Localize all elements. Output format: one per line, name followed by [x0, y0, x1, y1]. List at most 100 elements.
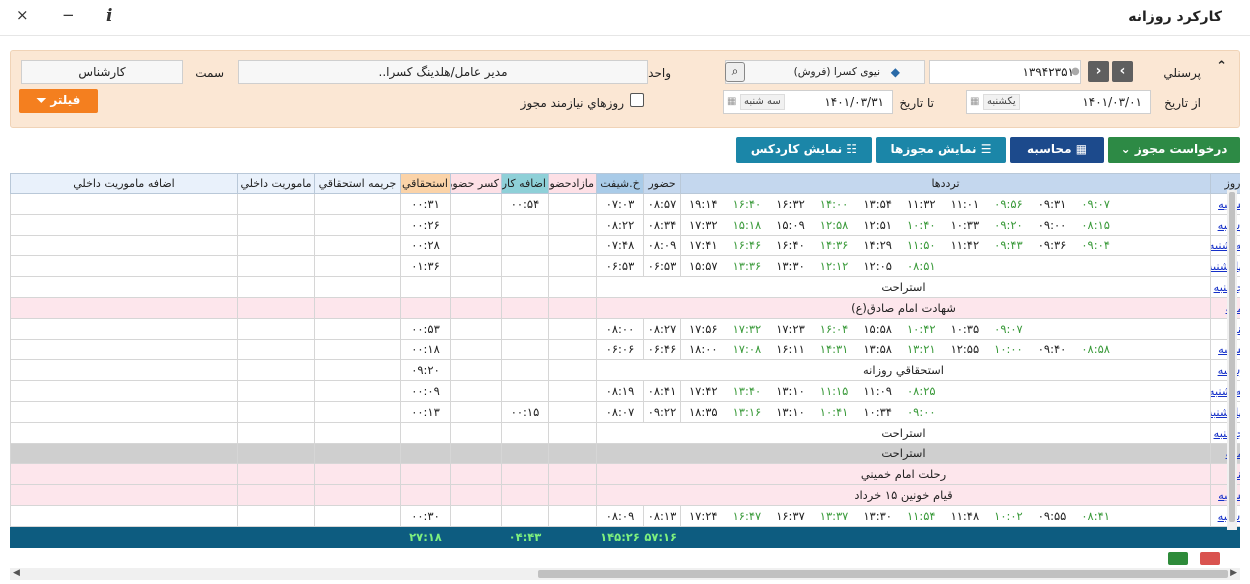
unit-label: واحد — [648, 66, 671, 80]
show-cardex-button[interactable]: ☷ نمايش کاردکس — [736, 137, 872, 163]
export-excel-icon[interactable] — [1168, 552, 1228, 566]
punch-time: ۱۶:۰۴ — [819, 321, 849, 336]
shift-cell: ۰۶:۰۶ — [596, 338, 644, 361]
table-row[interactable]: ۸۱۴۰۱/۰۳/۰۸يکشنبه۱۸:۰۰۱۷:۰۸۱۶:۱۱۱۴:۳۱۱۳:… — [10, 338, 1240, 361]
to-date-field[interactable]: ۱۴۰۱/۰۳/۳۱ سه شنبه ▦ — [723, 90, 893, 114]
chevron-up-icon[interactable]: ⌃ — [1216, 59, 1227, 74]
leave-penalty-cell — [314, 463, 401, 486]
column-header[interactable]: استحقاقي — [400, 173, 451, 194]
punch-time: ۱۳:۳۰ — [776, 259, 805, 274]
mission-cell — [237, 359, 315, 382]
leave-penalty-cell — [314, 213, 401, 236]
presence-cell: ۰۶:۵۳ — [643, 255, 681, 278]
column-header[interactable]: خ.شيفت — [596, 173, 644, 194]
calendar-icon[interactable]: ▦ — [727, 91, 736, 113]
filter-panel: ⌃ پرسنلي ‹ › ۱۳۹۴۲۳۵۱ ● نیوی کسرا (فروش)… — [10, 50, 1240, 128]
mission-cell — [237, 421, 315, 444]
mission-cell — [237, 484, 315, 506]
punch-time: ۱۴:۰۰ — [819, 196, 849, 211]
minimize-icon[interactable]: − — [62, 6, 75, 24]
total-overtime-cell: ۰۴:۴۳ — [501, 525, 549, 548]
table-row[interactable]: ۱۱۱۴۰۱/۰۳/۱۱چهارشنبه۱۸:۳۵۱۳:۱۶۱۳:۱۰۱۰:۴۱… — [10, 400, 1240, 423]
day-note-cell: رحلت امام خميني — [596, 463, 1211, 486]
table-row[interactable]: ۶۱۴۰۱/۰۳/۰۶جمعهشهادت امام صادق(ع) — [10, 296, 1240, 319]
leave-cell — [400, 463, 451, 486]
from-date-field[interactable]: ۱۴۰۱/۰۳/۰۱ یکشنبه ▦ — [966, 90, 1151, 114]
table-row[interactable]: ۷۱۴۰۱/۰۳/۰۷شنبه۱۷:۵۶۱۷:۳۲۱۷:۲۳۱۶:۰۴۱۵:۵۸… — [10, 317, 1240, 340]
mission-cell — [237, 442, 315, 465]
overtime-cell — [501, 442, 549, 465]
search-icon[interactable]: ⌕ — [725, 62, 745, 82]
table-row[interactable]: ۲۱۴۰۱/۰۳/۰۲دوشنبه۱۷:۳۲۱۵:۱۸۱۵:۰۹۱۲:۵۸۱۲:… — [10, 213, 1240, 236]
column-header[interactable]: ماموريت داخلي — [237, 173, 315, 194]
punch-time: ۰۸:۵۸ — [1081, 342, 1110, 357]
deficit-cell — [450, 317, 502, 340]
punches-cell: ۱۹:۱۴ ۱۶:۴۰ ۱۶:۳۲ ۱۴:۰۰ ۱۳:۵۴ ۱۱:۳۲ ۱۱:۰۱ ۰۹:۵۶… — [680, 193, 1211, 215]
chevron-left-icon[interactable]: ‹ — [1112, 61, 1133, 82]
table-row[interactable]: ۵۱۴۰۱/۰۳/۰۵پنجشنبهاستراحت — [10, 276, 1240, 298]
info-icon[interactable]: i — [106, 6, 112, 26]
vertical-scrollbar[interactable] — [1227, 190, 1237, 530]
table-row[interactable]: ۱۶۱۴۰۱/۰۳/۱۶دوشنبه۱۷:۲۴۱۶:۴۷۱۶:۳۷۱۳:۳۷۱۳… — [10, 504, 1240, 527]
request-permit-button[interactable]: درخواست مجوز ⌄ — [1108, 137, 1240, 163]
surplus-cell — [548, 213, 597, 236]
close-icon[interactable]: × — [16, 6, 29, 24]
punch-time: ۱۰:۴۰ — [906, 217, 936, 232]
table-row[interactable]: ۳۱۴۰۱/۰۳/۰۳سه شنبه۱۷:۴۱۱۶:۴۶۱۶:۴۰۱۴:۳۶۱۴… — [10, 234, 1240, 257]
punch-time: ۱۵:۵۷ — [689, 259, 718, 274]
total-empty-cell — [10, 525, 238, 548]
overtime-cell: ۰۰:۱۵ — [501, 400, 549, 423]
presence-cell: ۰۸:۴۱ — [643, 380, 681, 402]
punches-cell: ۱۵:۵۷ ۱۳:۳۶ ۱۳:۳۰ ۱۲:۱۲ ۱۲:۰۵ ۰۸:۵۱ — [680, 255, 1211, 278]
mission-extra-cell — [10, 317, 238, 340]
window-title: کارکرد روزانه — [1128, 9, 1222, 25]
table-row[interactable]: ۱۱۴۰۱/۰۳/۰۱يکشنبه۱۹:۱۴۱۶:۴۰۱۶:۳۲۱۴:۰۰۱۳:… — [10, 193, 1240, 215]
mission-extra-cell — [10, 442, 238, 465]
column-header[interactable]: جريمه استحقاقي — [314, 173, 401, 194]
total-shift-cell: ۱۴۵:۲۶ — [596, 525, 644, 548]
column-header[interactable]: مازادحضور — [548, 173, 597, 194]
presence-cell: ۰۸:۵۷ — [643, 193, 681, 215]
table-row[interactable]: ۱۵۱۴۰۱/۰۳/۱۵يکشنبهقيام خونين ۱۵ خرداد — [10, 484, 1240, 506]
personnel-label: پرسنلي — [1163, 66, 1201, 80]
leave-cell: ۰۰:۲۸ — [400, 234, 451, 257]
column-header[interactable]: اضافه کار — [501, 173, 549, 194]
punch-time: ۱۳:۱۰ — [776, 404, 805, 419]
surplus-cell — [548, 463, 597, 486]
punch-time: ۱۱:۱۵ — [819, 384, 849, 399]
day-note-cell: استحقاقي روزانه — [596, 359, 1211, 382]
column-header[interactable]: ترددها — [680, 173, 1211, 194]
leave-cell: ۰۰:۳۱ — [400, 193, 451, 215]
table-row[interactable]: ۱۳۱۴۰۱/۰۳/۱۳جمعهاستراحت — [10, 442, 1240, 465]
mission-cell — [237, 276, 315, 298]
chevron-right-icon[interactable]: › — [1088, 61, 1109, 82]
needs-permit-checkbox[interactable] — [630, 93, 644, 107]
punch-time: ۱۶:۴۷ — [732, 508, 762, 523]
leave-penalty-cell — [314, 276, 401, 298]
total-leave-cell: ۲۷:۱۸ — [400, 525, 451, 548]
mission-extra-cell — [10, 193, 238, 215]
table-row[interactable]: ۱۴۱۴۰۱/۰۳/۱۴شنبهرحلت امام خميني — [10, 463, 1240, 486]
punch-time: ۰۸:۲۵ — [906, 384, 936, 399]
column-header[interactable]: حضور — [643, 173, 681, 194]
personnel-code-field[interactable]: ۱۳۹۴۲۳۵۱ ● — [929, 60, 1081, 84]
leave-cell: ۰۰:۵۳ — [400, 317, 451, 340]
column-header[interactable]: اضافه ماموريت داخلي — [10, 173, 238, 194]
surplus-cell — [548, 421, 597, 444]
punch-time: ۱۲:۰۵ — [863, 259, 892, 274]
horizontal-scrollbar[interactable]: ◀ ▶ — [10, 568, 1240, 580]
table-row[interactable]: ۱۰۱۴۰۱/۰۳/۱۰سه شنبه۱۷:۴۲۱۳:۴۰۱۳:۱۰۱۱:۱۵۱… — [10, 380, 1240, 402]
punch-time: ۰۸:۵۱ — [906, 259, 936, 274]
show-permits-button[interactable]: ☰ نمايش مجوزها — [876, 137, 1006, 163]
day-note-cell: شهادت امام صادق(ع) — [596, 296, 1211, 319]
calendar-icon[interactable]: ▦ — [970, 91, 979, 113]
leave-cell — [400, 276, 451, 298]
table-row[interactable]: ۴۱۴۰۱/۰۳/۰۴چهارشنبه۱۵:۵۷۱۳:۳۶۱۳:۳۰۱۲:۱۲۱… — [10, 255, 1240, 278]
shift-cell: ۰۸:۰۰ — [596, 317, 644, 340]
funnel-icon: ⏷ — [36, 93, 51, 107]
table-row[interactable]: ۱۲۱۴۰۱/۰۳/۱۲پنجشنبهاستراحت — [10, 421, 1240, 444]
table-row[interactable]: ۹۱۴۰۱/۰۳/۰۹دوشنبهاستحقاقي روزانه۰۹:۲۰ — [10, 359, 1240, 382]
calculate-button[interactable]: ▦ محاسبه — [1010, 137, 1104, 163]
filter-button[interactable]: ⏷ فیلتر — [19, 89, 98, 113]
column-header[interactable]: کسر حضور — [450, 173, 502, 194]
